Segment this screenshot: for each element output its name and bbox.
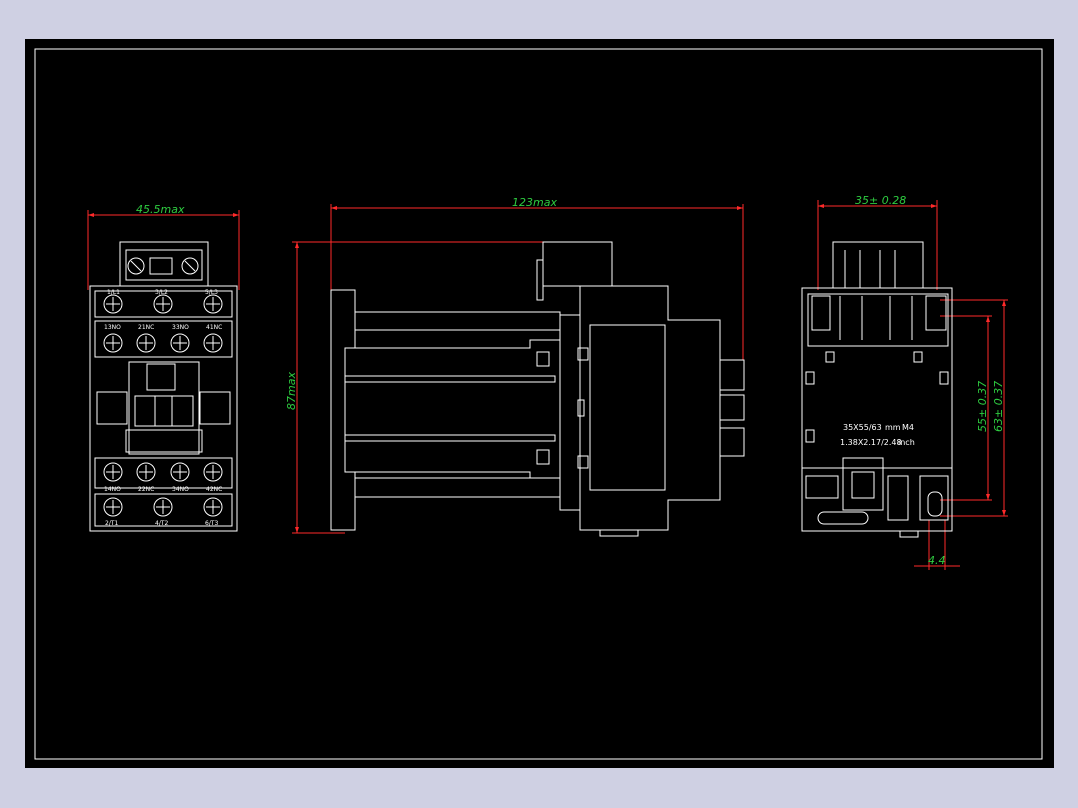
aux-label-34no: 34NO	[172, 486, 189, 493]
front-aux-top: 13NO 21NC 33NO 41NC	[103, 324, 223, 353]
terminal-label-l1: 1/L1	[107, 289, 120, 296]
side-length-label: 123max	[512, 196, 557, 209]
terminal-label-t3: 6/T3	[205, 520, 219, 527]
end-width-label: 35± 0.28	[855, 194, 906, 207]
mount-inch-value: 1.38X2.17/2.48	[840, 438, 902, 447]
mounting-spec: 35X55/63 mm M4 1.38X2.17/2.48 inch	[840, 423, 915, 447]
mount-screw: M4	[902, 423, 914, 432]
inner-frame	[34, 48, 1043, 760]
end-view: 35± 0.28 55± 0.37 63± 0.37 4.4 35X55/63 …	[801, 194, 1008, 570]
aux-label-14no: 14NO	[104, 486, 121, 493]
front-top-terminals: 1/L1 3/L2 5/L3	[103, 289, 223, 314]
aux-label-33no: 33NO	[172, 324, 189, 331]
end-slot-label: 4.4	[928, 554, 946, 567]
mount-inch-unit: inch	[898, 438, 915, 447]
aux-label-42nc: 42NC	[206, 486, 222, 493]
aux-label-22nc: 22NC	[138, 486, 154, 493]
end-height-63-label: 63± 0.37	[992, 381, 1005, 432]
aux-label-21nc: 21NC	[138, 324, 154, 331]
end-slot-dimension: 4.4	[914, 520, 960, 570]
mount-mm-unit: mm	[885, 423, 901, 432]
front-bottom-terminals: 2/T1 4/T2 6/T3	[103, 497, 223, 527]
side-view: 123max 87max	[285, 196, 745, 537]
end-height-55-label: 55± 0.37	[976, 381, 989, 432]
front-width-label: 45.5max	[136, 203, 185, 216]
mount-mm-value: 35X55/63	[843, 423, 882, 432]
drawing-canvas: 45.5max 1/L1 3/L2 5/L3 13NO 21NC 33NO 41…	[25, 39, 1054, 768]
front-view: 45.5max 1/L1 3/L2 5/L3 13NO 21NC 33NO 41…	[87, 203, 240, 532]
aux-label-41nc: 41NC	[206, 324, 222, 331]
side-height-dimension: 87max	[285, 241, 545, 534]
terminal-label-t2: 4/T2	[155, 520, 169, 527]
front-width-dimension: 45.5max	[87, 203, 240, 290]
side-height-label: 87max	[285, 372, 298, 410]
terminal-label-l3: 5/L3	[205, 289, 218, 296]
terminal-label-l2: 3/L2	[155, 289, 168, 296]
terminal-label-t1: 2/T1	[105, 520, 119, 527]
end-height-dimensions: 55± 0.37 63± 0.37	[940, 299, 1008, 517]
aux-label-13no: 13NO	[104, 324, 121, 331]
